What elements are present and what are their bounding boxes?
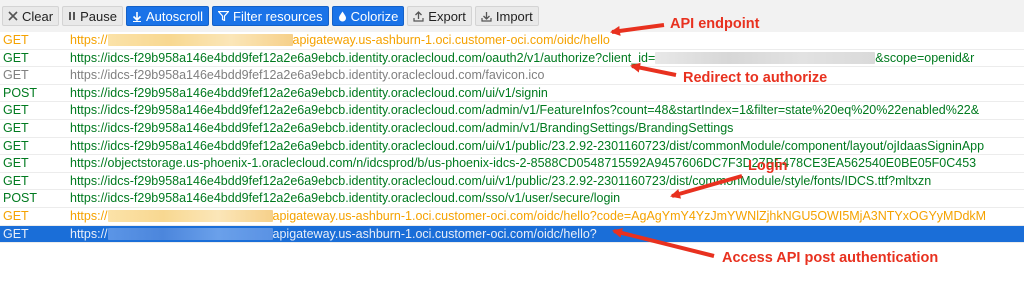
annotation-redirect: Redirect to authorize [683, 70, 828, 86]
request-method: GET [3, 226, 29, 241]
request-method: GET [3, 173, 29, 188]
request-row[interactable]: POST https://idcs-f29b958a146e4bdd9fef12… [0, 85, 1024, 103]
request-row[interactable]: GET https://idcs-f29b958a146e4bdd9fef12a… [0, 173, 1024, 191]
request-row[interactable]: POST https://idcs-f29b958a146e4bdd9fef12… [0, 190, 1024, 208]
autoscroll-label: Autoscroll [145, 8, 204, 24]
request-url: https://idcs-f29b958a146e4bdd9fef12a2e6a… [70, 68, 545, 83]
request-method: GET [3, 208, 29, 223]
request-url: https://idcs-f29b958a146e4bdd9fef12a2e6a… [70, 191, 621, 206]
request-row[interactable]: GET https://apigateway.us-ashburn-1.oci.… [0, 32, 1024, 50]
annotation-login: Login [748, 158, 788, 174]
request-method: GET [3, 68, 29, 83]
request-url: https://idcs-f29b958a146e4bdd9fef12a2e6a… [70, 138, 985, 153]
request-url: https://apigateway.us-ashburn-1.oci.cust… [70, 33, 610, 47]
redacted-host [107, 227, 273, 240]
redacted-host [107, 34, 293, 46]
drop-icon [338, 11, 347, 22]
request-method: POST [3, 191, 38, 206]
colorize-button[interactable]: Colorize [331, 6, 405, 26]
filter-resources-button[interactable]: Filter resources [212, 6, 329, 26]
pause-icon [68, 11, 76, 21]
arrow-down-icon [132, 11, 142, 22]
request-url: https://idcs-f29b958a146e4bdd9fef12a2e6a… [70, 120, 734, 135]
request-url: https://idcs-f29b958a146e4bdd9fef12a2e6a… [70, 85, 548, 100]
request-method: GET [3, 103, 29, 118]
filter-resources-label: Filter resources [233, 8, 323, 24]
colorize-label: Colorize [350, 8, 399, 24]
import-icon [481, 11, 492, 22]
request-url: https://apigateway.us-ashburn-1.oci.cust… [70, 208, 987, 223]
request-row[interactable]: GET https://objectstorage.us-phoenix-1.o… [0, 155, 1024, 173]
annotation-access: Access API post authentication [722, 250, 939, 266]
clear-label: Clear [22, 8, 54, 24]
clear-button[interactable]: Clear [2, 6, 60, 26]
request-method: GET [3, 138, 29, 153]
request-row[interactable]: GET https://idcs-f29b958a146e4bdd9fef12a… [0, 102, 1024, 120]
request-method: GET [3, 156, 29, 171]
close-icon [8, 11, 18, 21]
autoscroll-button[interactable]: Autoscroll [125, 6, 210, 26]
request-row[interactable]: GET https://idcs-f29b958a146e4bdd9fef12a… [0, 138, 1024, 156]
toolbar: Clear Pause Autoscroll Filter resources … [0, 0, 1024, 32]
request-method: POST [3, 85, 38, 100]
export-button[interactable]: Export [407, 6, 472, 26]
import-button[interactable]: Import [474, 6, 539, 26]
request-method: GET [3, 33, 29, 47]
request-row-selected[interactable]: GET https://apigateway.us-ashburn-1.oci.… [0, 225, 1024, 244]
request-url: https://idcs-f29b958a146e4bdd9fef12a2e6a… [70, 50, 975, 65]
request-url: https://idcs-f29b958a146e4bdd9fef12a2e6a… [70, 173, 932, 188]
request-url: https://objectstorage.us-phoenix-1.oracl… [70, 156, 977, 171]
export-icon [413, 10, 424, 22]
request-method: GET [3, 50, 29, 65]
request-url: https://idcs-f29b958a146e4bdd9fef12a2e6a… [70, 103, 980, 118]
pause-button[interactable]: Pause [62, 6, 123, 26]
redacted-client-id [655, 51, 876, 64]
annotation-api-endpoint: API endpoint [670, 16, 760, 32]
request-method: GET [3, 120, 29, 135]
export-label: Export [428, 8, 466, 24]
pause-label: Pause [80, 8, 117, 24]
request-row[interactable]: GET https://idcs-f29b958a146e4bdd9fef12a… [0, 50, 1024, 68]
filter-icon [218, 11, 230, 21]
request-row[interactable]: GET https://idcs-f29b958a146e4bdd9fef12a… [0, 120, 1024, 138]
import-label: Import [495, 8, 533, 24]
request-url: https://apigateway.us-ashburn-1.oci.cust… [70, 226, 597, 241]
request-row[interactable]: GET https://idcs-f29b958a146e4bdd9fef12a… [0, 67, 1024, 85]
request-row[interactable]: GET https://apigateway.us-ashburn-1.oci.… [0, 208, 1024, 226]
redacted-host [107, 209, 273, 222]
